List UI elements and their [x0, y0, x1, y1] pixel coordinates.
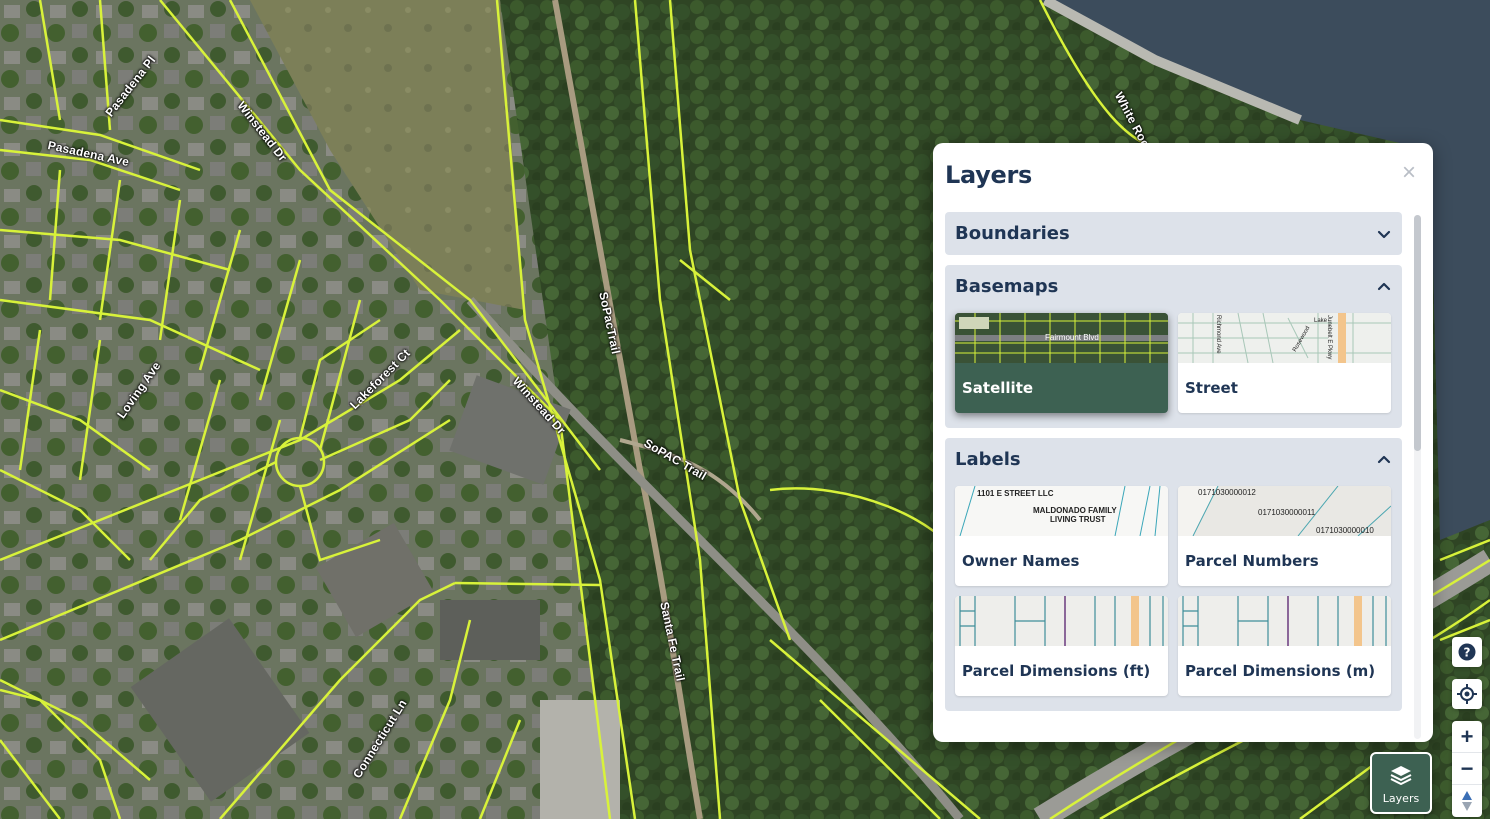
- section-labels: Labels 1101 E STREET LLC MALDONADO FAMIL…: [945, 438, 1402, 711]
- thumb-road-label: Richmond Ave: [1215, 315, 1221, 354]
- parcel-dimensions-ft-thumbnail: [955, 596, 1168, 646]
- section-boundaries-header[interactable]: Boundaries: [945, 212, 1402, 255]
- owner-name-text: MALDONADO FAMILY: [1033, 506, 1117, 515]
- section-basemaps: Basemaps Fairmount Blvd Satellite Richmo…: [945, 265, 1402, 428]
- owner-names-thumbnail: 1101 E STREET LLC MALDONADO FAMILY LIVIN…: [955, 486, 1168, 536]
- parcel-numbers-thumbnail: 0171030000012 0171030000011 017103000001…: [1178, 486, 1391, 536]
- section-labels-header[interactable]: Labels: [945, 438, 1402, 481]
- label-tile-owner-names[interactable]: 1101 E STREET LLC MALDONADO FAMILY LIVIN…: [955, 486, 1168, 586]
- compass-button[interactable]: [1452, 785, 1482, 817]
- layers-panel: Layers × Boundaries Basemaps Fairmount B…: [933, 143, 1433, 742]
- tile-label: Parcel Dimensions (m): [1185, 662, 1376, 680]
- panel-title: Layers: [945, 161, 1032, 189]
- layers-toggle-button[interactable]: Layers: [1370, 752, 1432, 814]
- tile-label: Parcel Numbers: [1185, 552, 1319, 570]
- section-boundaries: Boundaries: [945, 212, 1402, 255]
- satellite-thumbnail: Fairmount Blvd: [955, 313, 1168, 363]
- crosshair-icon: [1457, 684, 1477, 704]
- street-thumbnail: Richmond Ave Rosewood Lake Junebelt E Pk…: [1178, 313, 1391, 363]
- compass-icon: [1462, 791, 1472, 811]
- tile-label: Parcel Dimensions (ft): [962, 662, 1151, 680]
- label-tile-parcel-dimensions-ft[interactable]: Parcel Dimensions (ft): [955, 596, 1168, 696]
- tile-label: Street: [1185, 379, 1238, 397]
- label-tile-parcel-numbers[interactable]: 0171030000012 0171030000011 017103000001…: [1178, 486, 1391, 586]
- tile-label: Satellite: [962, 379, 1034, 397]
- owner-name-text: LIVING TRUST: [1050, 515, 1106, 524]
- thumb-road-label: Fairmount Blvd: [1045, 333, 1099, 342]
- chevron-down-icon: [1377, 230, 1391, 238]
- parcel-number-text: 0171030000012: [1198, 488, 1256, 497]
- help-button[interactable]: ?: [1452, 637, 1482, 667]
- chevron-up-icon: [1377, 455, 1391, 463]
- chevron-up-icon: [1377, 282, 1391, 290]
- zoom-controls: + −: [1452, 721, 1482, 817]
- help-icon-glyph: ?: [1464, 646, 1471, 660]
- owner-name-text: 1101 E STREET LLC: [977, 489, 1054, 498]
- layers-toggle-label: Layers: [1382, 792, 1420, 805]
- close-icon[interactable]: ×: [1399, 161, 1419, 185]
- section-title: Boundaries: [955, 223, 1070, 244]
- layers-list[interactable]: Boundaries Basemaps Fairmount Blvd Satel…: [945, 212, 1402, 742]
- section-title: Basemaps: [955, 276, 1059, 297]
- parcel-dimensions-m-thumbnail: [1178, 596, 1391, 646]
- parcel-number-text: 0171030000011: [1258, 508, 1316, 517]
- locate-button[interactable]: [1452, 679, 1482, 709]
- scrollbar[interactable]: [1414, 215, 1421, 739]
- tile-label: Owner Names: [962, 552, 1080, 570]
- parcel-number-text: 0171030000010: [1316, 526, 1374, 535]
- zoom-in-button[interactable]: +: [1452, 721, 1482, 753]
- layers-icon: [1390, 766, 1412, 785]
- help-icon: ?: [1458, 643, 1476, 661]
- section-title: Labels: [955, 449, 1021, 470]
- basemap-tile-street[interactable]: Richmond Ave Rosewood Lake Junebelt E Pk…: [1178, 313, 1391, 413]
- zoom-out-button[interactable]: −: [1452, 753, 1482, 785]
- scrollbar-thumb[interactable]: [1414, 215, 1421, 451]
- section-basemaps-header[interactable]: Basemaps: [945, 265, 1402, 308]
- thumb-road-label: Junebelt E Pkwy: [1326, 315, 1332, 360]
- label-tile-parcel-dimensions-m[interactable]: Parcel Dimensions (m): [1178, 596, 1391, 696]
- basemap-tile-satellite[interactable]: Fairmount Blvd Satellite: [955, 313, 1168, 413]
